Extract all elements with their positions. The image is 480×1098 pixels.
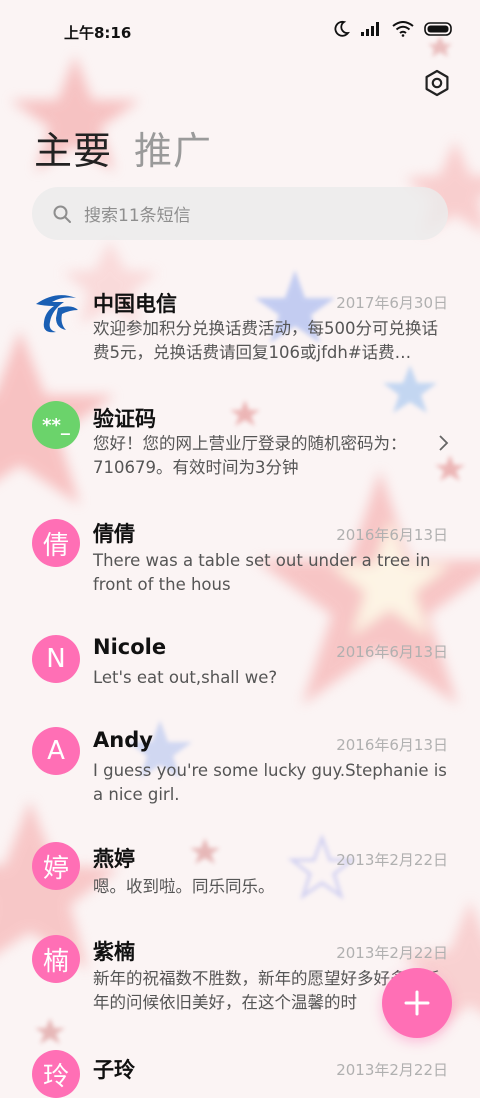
contact-name: Nicole [93,635,167,659]
contact-name: Andy [93,728,153,752]
message-preview: There was a table set out under a tree i… [93,551,431,594]
search-icon [53,205,71,223]
avatar: 楠 [32,935,80,983]
settings-hexagon-icon [425,69,449,97]
signal-icon [361,22,379,36]
status-time: 上午8:16 [64,24,132,42]
message-date: 2017年6月30日 [336,294,448,312]
message-preview: Let's eat out,shall we? [93,668,278,687]
message-date: 2013年2月22日 [336,851,448,869]
avatar: A [32,727,80,775]
china-telecom-logo-icon [36,295,78,333]
status-bar: 上午8:16 [0,0,480,62]
conversation-item[interactable]: 玲 子玲 2013年2月22日 [0,1050,480,1098]
avatar: 婷 [32,842,80,890]
message-preview: 您好！您的网上营业厅登录的随机密码为：710679。有效时间为3分钟 [93,434,407,477]
search-placeholder: 搜索11条短信 [84,206,191,226]
conversation-item[interactable]: 中国电信 2017年6月30日 欢迎参加积分兑换话费活动，每500分可兑换话费5… [0,280,480,380]
message-preview: 嗯。收到啦。同乐同乐。 [93,877,275,896]
contact-name: 验证码 [93,407,156,431]
contact-name: 燕婷 [93,847,135,871]
conversation-item[interactable]: 婷 燕婷 2013年2月22日 嗯。收到啦。同乐同乐。 [0,842,480,922]
conversation-item[interactable]: A Andy 2016年6月13日 I guess you're some lu… [0,725,480,825]
tab-promotions[interactable]: 推广 [134,120,212,175]
conversation-item[interactable]: **_ 验证码 您好！您的网上营业厅登录的随机密码为：710679。有效时间为3… [0,397,480,497]
message-date: 2016年6月13日 [336,736,448,754]
moon-icon [334,20,350,37]
tab-bar: 主要 推广 [34,120,212,175]
contact-name: 子玲 [93,1058,135,1082]
avatar: **_ [32,401,80,449]
status-icons [332,20,454,38]
new-message-button[interactable] [382,968,452,1038]
avatar [32,288,80,336]
tab-primary[interactable]: 主要 [34,120,112,175]
chevron-right-icon [439,435,449,451]
contact-name: 紫楠 [93,940,135,964]
avatar: 倩 [32,519,80,567]
message-date: 2013年2月22日 [336,1061,448,1079]
conversation-item[interactable]: 倩 倩倩 2016年6月13日 There was a table set ou… [0,515,480,615]
avatar: N [32,635,80,683]
message-preview: I guess you're some lucky guy.Stephanie … [93,761,447,804]
plus-icon [404,990,430,1016]
contact-name: 倩倩 [93,522,135,546]
battery-icon [424,22,452,36]
message-date: 2016年6月13日 [336,643,448,661]
conversation-item[interactable]: N Nicole 2016年6月13日 Let's eat out,shall … [0,632,480,712]
message-date: 2013年2月22日 [336,944,448,962]
avatar: 玲 [32,1050,80,1098]
message-date: 2016年6月13日 [336,526,448,544]
search-bar[interactable]: 搜索11条短信 [32,187,448,240]
settings-button[interactable] [422,68,452,98]
contact-name: 中国电信 [93,292,177,316]
wifi-icon [392,21,414,37]
message-preview: 欢迎参加积分兑换话费活动，每500分可兑换话费5元，兑换话费请回复106或jfd… [93,319,438,362]
